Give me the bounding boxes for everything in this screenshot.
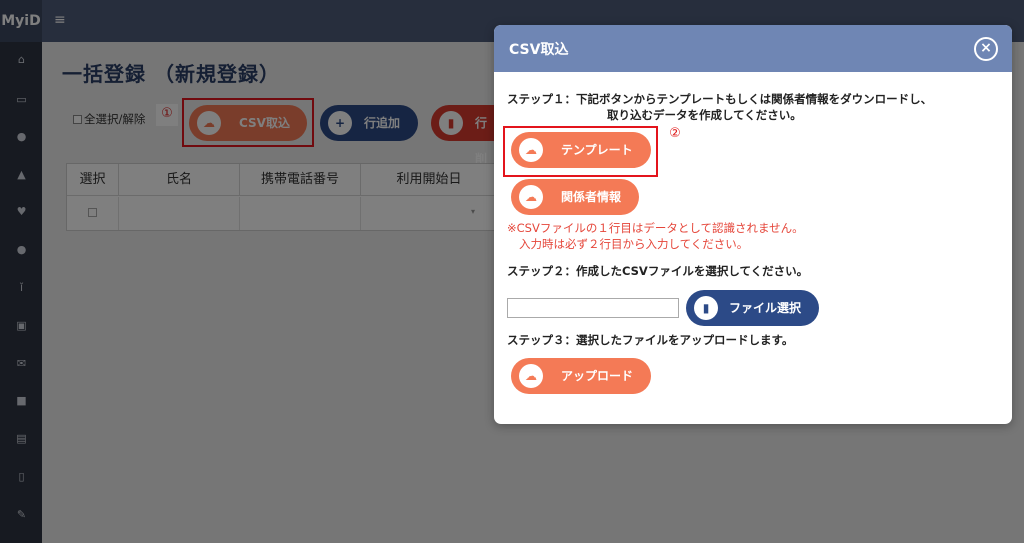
- marker-2: ②: [669, 126, 681, 141]
- file-path-input[interactable]: [507, 298, 679, 318]
- note-line1: ※CSVファイルの１行目はデータとして認識されません。: [507, 221, 804, 235]
- upload-label: アップロード: [561, 369, 634, 383]
- file-select-label: ファイル選択: [729, 301, 802, 315]
- related-info-label: 関係者情報: [561, 190, 622, 204]
- template-label: テンプレート: [561, 143, 633, 157]
- file-select-button[interactable]: ▮ ファイル選択: [686, 290, 819, 326]
- step1-text-line2: 取り込むデータを作成してください。: [607, 108, 802, 122]
- note-line2: 入力時は必ず２行目から入力してください。: [519, 237, 749, 251]
- csv-import-modal: CSV取込 × ステップ１：下記ボタンからテンプレートもしくは関係者情報をダウン…: [494, 25, 1012, 424]
- file-icon: ▮: [694, 296, 718, 320]
- modal-title: CSV取込: [509, 42, 569, 58]
- upload-button[interactable]: ☁ アップロード: [511, 358, 651, 394]
- cloud-download-icon: ☁: [519, 138, 543, 162]
- modal-header: CSV取込 ×: [494, 25, 1012, 72]
- template-download-button[interactable]: ☁ テンプレート: [511, 132, 651, 168]
- close-icon[interactable]: ×: [974, 37, 998, 61]
- step1-text-line1: ステップ１：下記ボタンからテンプレートもしくは関係者情報をダウンロードし、: [507, 92, 933, 106]
- step2-text: ステップ２：作成したCSVファイルを選択してください。: [507, 264, 809, 278]
- cloud-upload-icon: ☁: [519, 364, 543, 388]
- related-info-download-button[interactable]: ☁ 関係者情報: [511, 179, 639, 215]
- step3-text: ステップ３：選択したファイルをアップロードします。: [507, 333, 794, 347]
- cloud-download-icon: ☁: [519, 185, 543, 209]
